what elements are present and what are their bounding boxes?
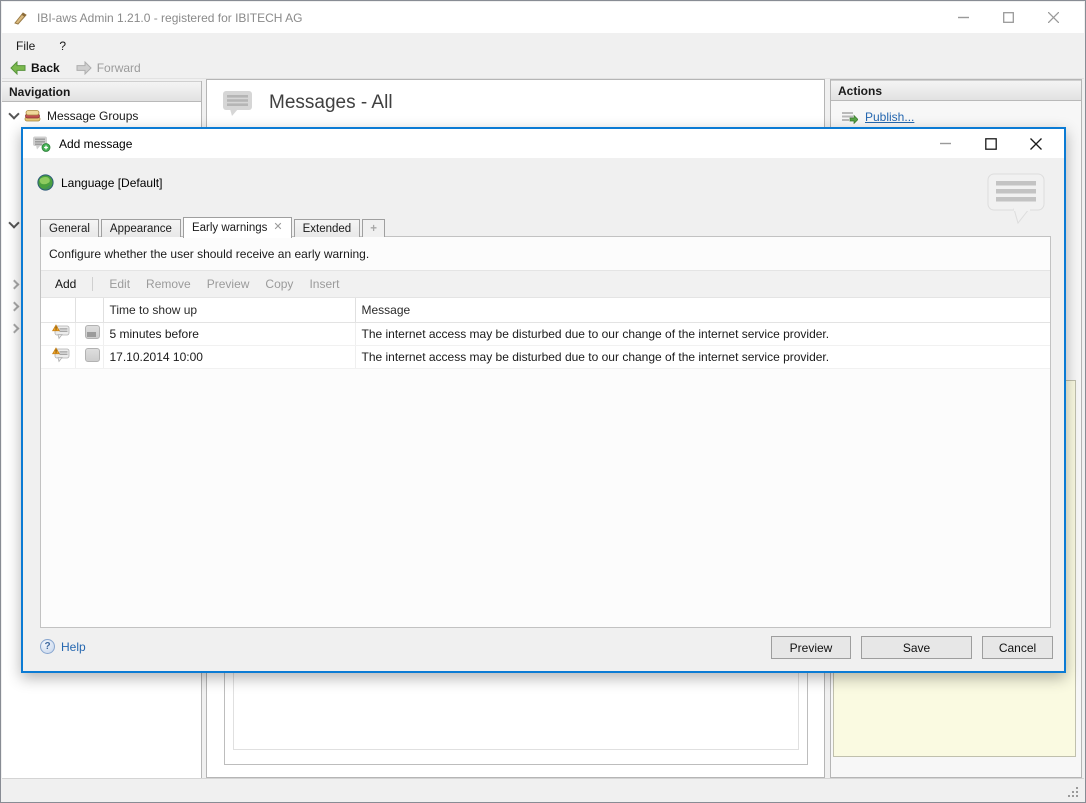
early-warnings-table: Time to show up Message [41, 298, 1050, 369]
message-column-header[interactable]: Message [355, 298, 1050, 322]
message-groups-icon [24, 108, 41, 123]
forward-arrow-icon [76, 61, 92, 75]
publish-link[interactable]: Publish... [865, 110, 914, 124]
history-toolbar: Back Forward [2, 58, 1084, 79]
preview-button[interactable]: Preview [771, 636, 851, 659]
tab-plus-label: + [370, 223, 377, 235]
edit-button[interactable]: Edit [109, 277, 130, 291]
chevron-down-icon[interactable] [8, 217, 19, 228]
messages-header: Messages - All [207, 80, 824, 124]
add-message-icon [32, 135, 51, 152]
color-column-header[interactable] [75, 298, 103, 322]
window-title: IBI-aws Admin 1.21.0 - registered for IB… [37, 11, 302, 25]
help-link[interactable]: ? Help [40, 639, 86, 654]
tab-label: Appearance [110, 223, 172, 235]
help-icon: ? [40, 639, 55, 654]
menu-file[interactable]: File [6, 35, 45, 57]
tab-close-icon[interactable]: ✕ [273, 222, 282, 233]
warning-message-icon [52, 347, 70, 363]
dialog-titlebar: Add message [23, 129, 1064, 158]
time-cell: 17.10.2014 10:00 [103, 345, 355, 368]
tab-extended[interactable]: Extended [294, 219, 361, 237]
tab-label: Extended [303, 223, 352, 235]
copy-button[interactable]: Copy [265, 277, 293, 291]
cancel-button[interactable]: Cancel [982, 636, 1053, 659]
page-title: Messages - All [269, 92, 393, 114]
time-column-header[interactable]: Time to show up [103, 298, 355, 322]
forward-label: Forward [97, 61, 141, 75]
tab-description: Configure whether the user should receiv… [41, 237, 1050, 270]
table-header-row: Time to show up Message [41, 298, 1050, 322]
save-button[interactable]: Save [861, 636, 972, 659]
message-watermark-icon [984, 171, 1048, 227]
tab-general[interactable]: General [40, 219, 99, 237]
warning-message-icon [52, 324, 70, 340]
status-bar [2, 778, 1084, 801]
preview-toolbar-button[interactable]: Preview [207, 277, 250, 291]
chevron-right-icon[interactable] [10, 324, 20, 334]
appearance-swatch-icon [85, 325, 100, 339]
dialog-minimize-icon[interactable] [923, 129, 968, 158]
globe-icon [37, 174, 54, 191]
main-window: IBI-aws Admin 1.21.0 - registered for IB… [0, 0, 1086, 803]
remove-button[interactable]: Remove [146, 277, 191, 291]
navigation-header: Navigation [2, 81, 201, 102]
appearance-swatch-icon [85, 348, 100, 362]
publish-action[interactable]: Publish... [831, 101, 1081, 124]
close-icon[interactable] [1031, 2, 1076, 33]
tab-add-icon[interactable]: + [362, 219, 385, 237]
tab-appearance[interactable]: Appearance [101, 219, 181, 237]
tab-early-warnings[interactable]: Early warnings ✕ [183, 217, 292, 238]
table-row[interactable]: 5 minutes before The internet access may… [41, 322, 1050, 345]
app-icon [13, 10, 29, 26]
table-row[interactable]: 17.10.2014 10:00 The internet access may… [41, 345, 1050, 368]
add-button[interactable]: Add [55, 277, 76, 291]
icon-column-header[interactable] [41, 298, 75, 322]
message-cell: The internet access may be disturbed due… [355, 345, 1050, 368]
messages-icon [221, 88, 255, 118]
back-button[interactable]: Back [2, 61, 68, 75]
early-warnings-content: Configure whether the user should receiv… [40, 236, 1051, 628]
message-cell: The internet access may be disturbed due… [355, 322, 1050, 345]
resize-grip[interactable] [1066, 785, 1078, 797]
main-titlebar: IBI-aws Admin 1.21.0 - registered for IB… [2, 2, 1084, 33]
toolbar-separator [92, 277, 93, 291]
tab-label: General [49, 223, 90, 235]
publish-icon [841, 110, 858, 124]
time-cell: 5 minutes before [103, 322, 355, 345]
language-label: Language [Default] [61, 176, 162, 190]
warnings-toolbar: Add Edit Remove Preview Copy Insert [41, 270, 1050, 298]
forward-button[interactable]: Forward [68, 61, 149, 75]
dialog-tabs: General Appearance Early warnings ✕ Exte… [40, 216, 387, 237]
help-label[interactable]: Help [61, 640, 86, 654]
dialog-maximize-icon[interactable] [968, 129, 1013, 158]
chevron-right-icon[interactable] [10, 302, 20, 312]
chevron-down-icon[interactable] [8, 108, 19, 119]
dialog-footer: ? Help Preview Save Cancel [23, 625, 1064, 671]
insert-button[interactable]: Insert [309, 277, 339, 291]
menu-help[interactable]: ? [49, 35, 76, 57]
dialog-title: Add message [59, 137, 132, 151]
actions-header: Actions [831, 80, 1081, 101]
back-label: Back [31, 61, 60, 75]
minimize-icon[interactable] [941, 2, 986, 33]
tree-item-message-groups[interactable]: Message Groups [2, 102, 201, 123]
add-message-dialog: Add message Language [Default] [21, 127, 1066, 673]
language-row: Language [Default] [37, 174, 162, 191]
chevron-right-icon[interactable] [10, 280, 20, 290]
tree-item-label: Message Groups [47, 109, 138, 123]
maximize-icon[interactable] [986, 2, 1031, 33]
menubar: File ? [2, 33, 1084, 58]
dialog-close-icon[interactable] [1013, 129, 1058, 158]
back-arrow-icon [10, 61, 26, 75]
tab-label: Early warnings [192, 222, 267, 234]
